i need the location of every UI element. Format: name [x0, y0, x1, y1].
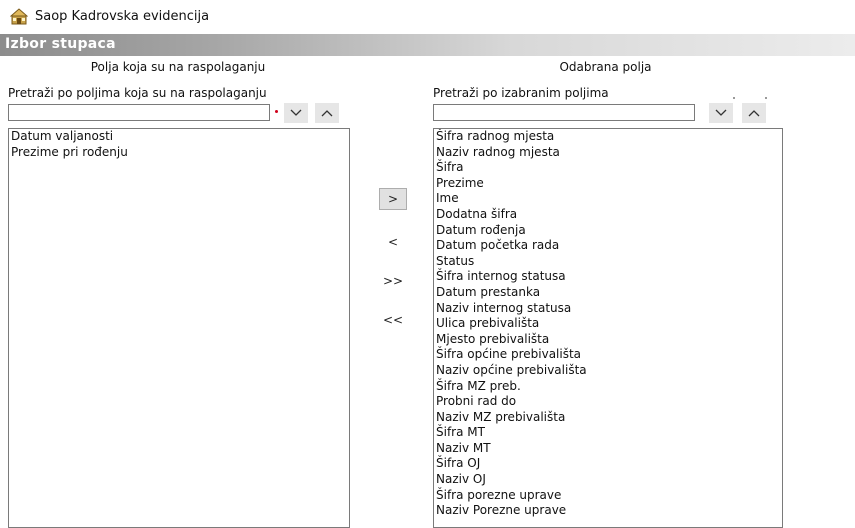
list-item[interactable]: Naziv radnog mjesta	[434, 145, 782, 161]
section-title: Izbor stupaca	[5, 36, 116, 52]
title-bar: Saop Kadrovska evidencija	[0, 0, 855, 32]
required-indicator	[275, 110, 278, 113]
list-item[interactable]: Datum rođenja	[434, 223, 782, 239]
section-header: Izbor stupaca	[0, 34, 855, 56]
list-item[interactable]: Ime	[434, 191, 782, 207]
list-item[interactable]: Naziv općine prebivališta	[434, 363, 782, 379]
list-item[interactable]: Šifra internog statusa	[434, 269, 782, 285]
available-search-label: Pretraži po poljima koja su na raspolaga…	[8, 86, 267, 100]
list-item[interactable]: Prezime	[434, 176, 782, 192]
list-item[interactable]: Naziv Porezne uprave	[434, 503, 782, 519]
separator-dot	[765, 97, 767, 99]
available-search-next-button[interactable]	[284, 103, 308, 123]
list-item[interactable]: Naziv MZ prebivališta	[434, 410, 782, 426]
list-item[interactable]: Prezime pri rođenju	[9, 145, 349, 161]
list-item[interactable]: Naziv MT	[434, 441, 782, 457]
selected-search-input[interactable]	[433, 104, 695, 121]
list-item[interactable]: Ulica prebivališta	[434, 316, 782, 332]
list-item[interactable]: Šifra radnog mjesta	[434, 129, 782, 145]
available-search-prev-button[interactable]	[315, 103, 339, 123]
list-item[interactable]: Dodatna šifra	[434, 207, 782, 223]
list-item[interactable]: Naziv OJ	[434, 472, 782, 488]
list-item[interactable]: Datum početka rada	[434, 238, 782, 254]
list-item[interactable]: Šifra	[434, 160, 782, 176]
add-all-fields-button[interactable]: >>	[379, 270, 407, 292]
selected-search-prev-button[interactable]	[742, 103, 766, 123]
selected-search-label: Pretraži po izabranim poljima	[433, 86, 609, 100]
separator-dot	[733, 97, 735, 99]
list-item[interactable]: Datum valjanosti	[9, 129, 349, 145]
app-icon	[10, 8, 28, 25]
chevron-down-icon	[715, 109, 727, 116]
window-title: Saop Kadrovska evidencija	[35, 8, 210, 24]
available-fields-header: Polja koja su na raspolaganju	[90, 60, 266, 74]
list-item[interactable]: Probni rad do	[434, 394, 782, 410]
list-item[interactable]: Šifra općine prebivališta	[434, 347, 782, 363]
list-item[interactable]: Šifra porezne uprave	[434, 488, 782, 504]
list-item[interactable]: Naziv internog statusa	[434, 301, 782, 317]
list-item[interactable]: Mjesto prebivališta	[434, 332, 782, 348]
list-item[interactable]: Status	[434, 254, 782, 270]
chevron-up-icon	[321, 110, 333, 117]
add-field-button[interactable]: >	[379, 188, 407, 210]
chevron-up-icon	[748, 110, 760, 117]
selected-search-next-button[interactable]	[709, 103, 733, 123]
selected-fields-header: Odabrana polja	[559, 60, 652, 74]
list-item[interactable]: Šifra MZ preb.	[434, 379, 782, 395]
selected-fields-list[interactable]: Šifra radnog mjesta Naziv radnog mjesta Ši…	[433, 128, 783, 528]
list-item[interactable]: Šifra OJ	[434, 456, 782, 472]
remove-field-button[interactable]: <	[379, 231, 407, 253]
available-search-input[interactable]	[8, 104, 270, 121]
available-fields-list[interactable]: Datum valjanosti Prezime pri rođenju	[8, 128, 350, 528]
list-item[interactable]: Šifra MT	[434, 425, 782, 441]
remove-all-fields-button[interactable]: <<	[379, 309, 407, 331]
list-item[interactable]: Datum prestanka	[434, 285, 782, 301]
chevron-down-icon	[290, 109, 302, 116]
